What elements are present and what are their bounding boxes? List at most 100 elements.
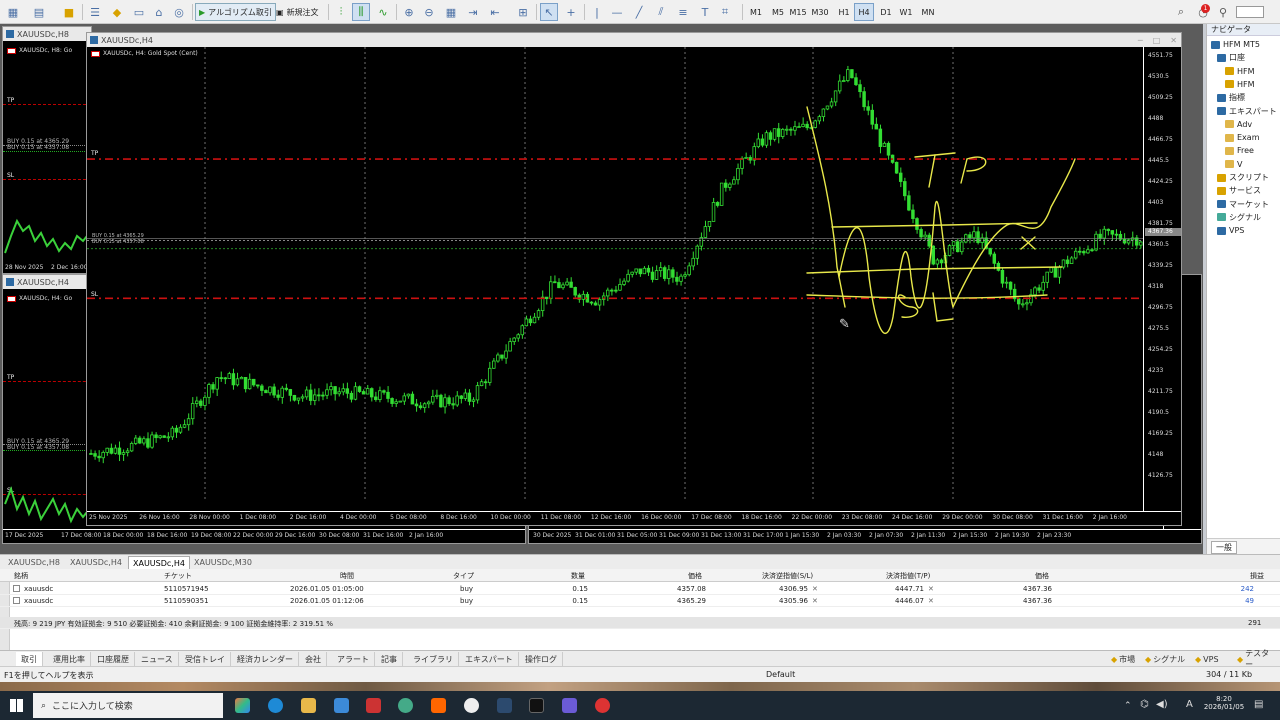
chart-shift-icon[interactable]: ⇤ (486, 3, 504, 21)
windows-start-icon[interactable] (10, 699, 23, 712)
nav-item-0[interactable]: HFM MT5 (1211, 38, 1260, 51)
bar-chart-icon[interactable]: ⫶ (332, 3, 350, 21)
volume-icon[interactable]: ◀) (1156, 699, 1168, 710)
tp-line[interactable] (3, 104, 91, 105)
taskbar-search-box[interactable]: ⌕ ここに入力して検索 (33, 693, 223, 718)
grid-icon[interactable]: ▦ (442, 3, 460, 21)
sl-line[interactable] (3, 179, 91, 180)
terminal-tab-5[interactable]: 経済カレンダー (232, 652, 299, 666)
timeframe-w1-button[interactable]: W1 (896, 3, 916, 21)
clear-sl-icon[interactable]: ✕ (812, 597, 818, 605)
zoom-out-icon[interactable]: ⊖ (420, 3, 438, 21)
nav-item-11[interactable]: サービス (1217, 184, 1261, 197)
fibonacci-icon[interactable]: ≡ (674, 3, 692, 21)
terminal-tab-6[interactable]: 会社 (300, 652, 327, 666)
terminal-tab-8[interactable]: 記事 (376, 652, 403, 666)
position-row[interactable]: xauusdc 5110590351 2026.01.05 01:12:06 buy 0… (0, 595, 1280, 607)
main-plot[interactable]: XAUUSDc, H4: Gold Spot (Cent) TP BUY 0.1… (87, 47, 1181, 525)
edge-icon[interactable] (268, 698, 283, 713)
buy-line-2[interactable] (3, 151, 91, 152)
terminal-right-tab-0[interactable]: ◆ 市場 (1106, 652, 1140, 666)
clear-sl-icon[interactable]: ✕ (812, 585, 818, 593)
terminal-right-tab-2[interactable]: ◆ VPS (1190, 652, 1224, 666)
close-button[interactable]: ✕ (1170, 36, 1177, 45)
time-axis[interactable]: 25 Nov 2025 26 Nov 16:00 28 Nov 00:00 1 Dec… (87, 511, 1181, 525)
clear-tp-icon[interactable]: ✕ (928, 597, 934, 605)
profile-name[interactable]: Default (766, 670, 795, 679)
chart-tab-3[interactable]: XAUUSDc,M30 (190, 556, 256, 569)
timeframe-h4-button[interactable]: H4 (854, 3, 874, 21)
timeframe-d1-button[interactable]: D1 (876, 3, 896, 21)
nav-item-5[interactable]: エキスパート (1217, 105, 1277, 118)
recorder-icon[interactable] (595, 698, 610, 713)
terminal-tab-2[interactable]: 口座履歴 (92, 652, 135, 666)
account-box[interactable] (1236, 6, 1264, 18)
chrome-icon[interactable] (398, 698, 413, 713)
timeframe-m1-button[interactable]: M1 (746, 3, 766, 21)
nav-item-9[interactable]: V (1225, 158, 1242, 171)
indicators-icon[interactable]: ⊞ (514, 3, 532, 21)
line-chart-icon[interactable]: ∿ (374, 3, 392, 21)
file-explorer-icon[interactable] (301, 698, 316, 713)
terminal-tab-3[interactable]: ニュース (136, 652, 179, 666)
brave-icon[interactable] (431, 698, 446, 713)
hfm-mt5-icon[interactable] (529, 698, 544, 713)
terminal-right-tab-1[interactable]: ◆ シグナル (1140, 652, 1190, 666)
community-icon[interactable]: ◎ (170, 3, 188, 21)
nav-item-12[interactable]: マーケット (1217, 198, 1269, 211)
nav-item-7[interactable]: Exam (1225, 131, 1259, 144)
search-icon[interactable]: ⌕ (1172, 3, 1190, 21)
maximize-button[interactable]: □ (1153, 36, 1161, 45)
chart-window-main[interactable]: XAUUSDc,H4 ─ □ ✕ XAUUSDc, H4: Gold Spot … (86, 32, 1182, 526)
nav-item-6[interactable]: Adv (1225, 118, 1252, 131)
position-row[interactable]: xauusdc 5110571945 2026.01.05 01:05:00 buy 0… (0, 583, 1280, 595)
clock[interactable]: 8:20 2026/01/05 (1200, 695, 1248, 711)
copilot-icon[interactable] (235, 698, 250, 713)
terminal-icon[interactable]: ▭ (130, 3, 148, 21)
terminal-tab-4[interactable]: 受信トレイ (180, 652, 231, 666)
candlestick-icon[interactable]: ⫼ (352, 3, 370, 21)
cursor-icon[interactable]: ↖ (540, 3, 558, 21)
chart-tab-2[interactable]: XAUUSDc,H4 (128, 556, 190, 569)
mail-icon[interactable] (366, 698, 381, 713)
terminal-tab-0[interactable]: 取引 (16, 652, 43, 666)
github-icon[interactable] (464, 698, 479, 713)
action-center-icon[interactable]: ▤ (1254, 699, 1263, 710)
discord-icon[interactable] (562, 698, 577, 713)
nav-item-10[interactable]: スクリプト (1217, 171, 1269, 184)
strategy-tester-icon[interactable]: ⌂ (150, 3, 168, 21)
new-order-button[interactable]: ▣ 新規注文 (272, 3, 323, 21)
nav-item-13[interactable]: シグナル (1217, 211, 1261, 224)
window-title-bar[interactable]: XAUUSDc,H8 (3, 27, 91, 41)
clear-tp-icon[interactable]: ✕ (928, 585, 934, 593)
terminal-tab-11[interactable]: 操作ログ (520, 652, 563, 666)
nav-item-1[interactable]: 口座 (1217, 51, 1245, 64)
vertical-line-icon[interactable]: | (588, 3, 606, 21)
zoom-in-icon[interactable]: ⊕ (400, 3, 418, 21)
autoscroll-icon[interactable]: ⇥ (464, 3, 482, 21)
channel-icon[interactable]: ⫽ (652, 3, 670, 21)
nav-item-4[interactable]: 指標 (1217, 91, 1245, 104)
text-icon[interactable]: T (696, 3, 714, 21)
nav-item-14[interactable]: VPS (1217, 224, 1244, 237)
store-icon[interactable] (334, 698, 349, 713)
price-axis[interactable]: 4551.75 4530.5 4509.25 4488 4466.75 4445.5 442… (1143, 47, 1181, 511)
algo-trading-button[interactable]: ▶ アルゴリズム取引 (195, 3, 276, 21)
timeframe-m5-button[interactable]: M5 (768, 3, 788, 21)
terminal-tab-10[interactable]: エキスパート (460, 652, 519, 666)
shapes-icon[interactable]: ⌗ (716, 3, 734, 21)
trendline-icon[interactable]: ╱ (630, 3, 648, 21)
crosshair-icon[interactable]: + (562, 3, 580, 21)
data-window-icon[interactable]: ☰ (86, 3, 104, 21)
tray-chevron-icon[interactable]: ⌃ (1124, 701, 1132, 711)
nav-item-2[interactable]: HFM (1225, 65, 1255, 78)
vscode-icon[interactable] (497, 698, 512, 713)
h8-plot[interactable]: XAUUSDc, H8: Go TP BUY 0.15 at 4365.29 B… (3, 41, 91, 273)
nav-item-8[interactable]: Free (1225, 144, 1254, 157)
chart-tab-0[interactable]: XAUUSDc,H8 (4, 556, 64, 569)
chart-window-h8[interactable]: XAUUSDc,H8 XAUUSDc, H8: Go TP BUY 0.15 a… (2, 26, 92, 274)
market-watch-icon[interactable]: ■ (60, 3, 78, 21)
profiles-icon[interactable]: ▤ (30, 3, 48, 21)
timeframe-m15-button[interactable]: M15 (788, 3, 808, 21)
terminal-tab-9[interactable]: ライブラリ (408, 652, 459, 666)
